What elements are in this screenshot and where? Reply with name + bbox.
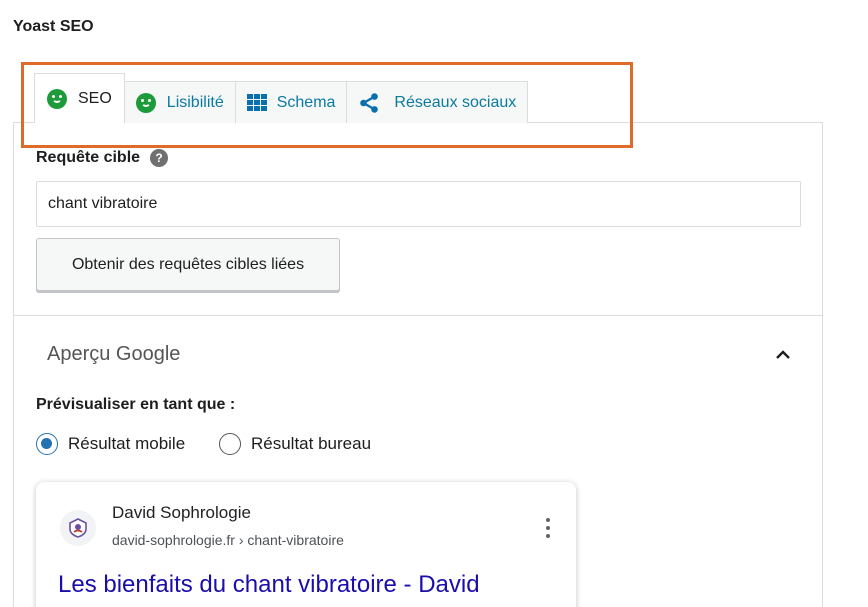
section-divider <box>13 315 823 316</box>
related-keyphrases-button[interactable]: Obtenir des requêtes cibles liées <box>36 238 340 291</box>
focus-keyphrase-input[interactable] <box>36 181 801 227</box>
tab-readability[interactable]: Lisibilité <box>123 81 236 123</box>
serp-site-name: David Sophrologie <box>112 503 251 522</box>
chevron-up-icon[interactable] <box>776 348 790 362</box>
radio-desktop-button[interactable] <box>219 433 241 455</box>
more-options-icon[interactable] <box>546 518 552 538</box>
tab-social-label: Réseaux sociaux <box>394 93 517 111</box>
serp-title-link[interactable]: Les bienfaits du chant vibratoire - Davi… <box>58 571 480 599</box>
smiley-icon <box>135 92 156 113</box>
radio-mobile-result[interactable]: Résultat mobile <box>36 433 185 455</box>
radio-mobile-button[interactable] <box>36 433 58 455</box>
site-favicon-icon <box>60 510 96 546</box>
radio-desktop-label: Résultat bureau <box>251 434 372 453</box>
serp-preview-card: David Sophrologie david-sophrologie.fr ›… <box>36 482 576 607</box>
tab-social[interactable]: Réseaux sociaux <box>346 81 529 123</box>
grid-icon <box>246 93 267 112</box>
tab-schema-label: Schema <box>276 93 336 111</box>
tab-seo-label: SEO <box>78 89 112 107</box>
tab-seo[interactable]: SEO <box>34 73 125 123</box>
metabox-title: Yoast SEO <box>13 18 94 35</box>
google-preview-title[interactable]: Aperçu Google <box>47 343 180 366</box>
radio-desktop-result[interactable]: Résultat bureau <box>219 433 371 455</box>
tab-schema[interactable]: Schema <box>234 81 348 123</box>
tab-bar: SEO Lisibilité Schema Réseaux sociaux <box>34 73 529 123</box>
tab-readability-label: Lisibilité <box>166 93 224 111</box>
radio-mobile-label: Résultat mobile <box>68 434 186 453</box>
share-icon <box>360 92 379 113</box>
preview-as-label: Prévisualiser en tant que : <box>36 396 236 413</box>
serp-url: david-sophrologie.fr › chant-vibratoire <box>112 532 344 548</box>
focus-keyphrase-label: Requête cible ? <box>36 149 169 167</box>
focus-keyphrase-label-text: Requête cible <box>36 149 141 166</box>
smiley-icon <box>47 88 67 109</box>
help-icon[interactable]: ? <box>150 149 169 167</box>
